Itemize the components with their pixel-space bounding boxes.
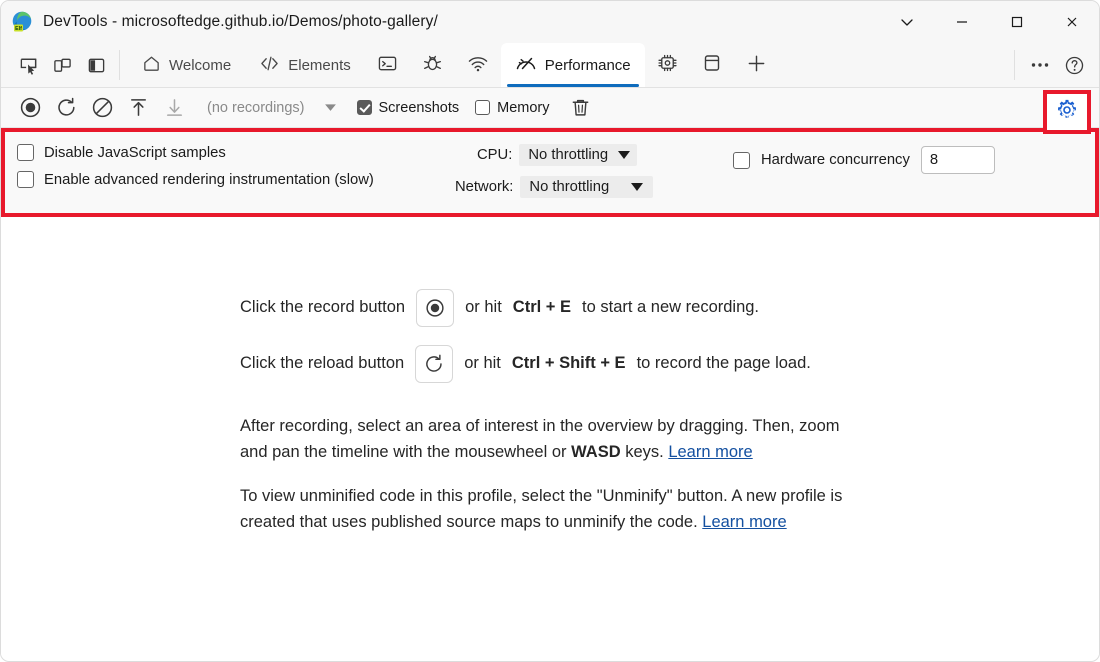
home-icon: [142, 54, 161, 77]
record-shortcut: Ctrl + E: [512, 298, 572, 317]
dock-side-panel-icon[interactable]: [79, 50, 113, 80]
tab-label: Welcome: [169, 56, 232, 74]
advanced-rendering-checkbox[interactable]: Enable advanced rendering instrumentatio…: [17, 171, 455, 188]
tab-application[interactable]: [690, 43, 734, 87]
caret-down-icon: [618, 151, 631, 159]
edge-dev-logo-icon: Elf: [11, 11, 33, 33]
help-question-icon[interactable]: [1057, 50, 1091, 80]
performance-toolbar: (no recordings) Screenshots Memory: [1, 88, 1099, 134]
bug-sources-icon: [422, 53, 443, 77]
hardware-concurrency-row: Hardware concurrency: [725, 144, 1095, 174]
record-instruction-mid: or hit: [465, 298, 502, 317]
record-button[interactable]: [13, 93, 47, 123]
wasd-keys-bold: WASD: [571, 443, 621, 462]
memory-checkbox[interactable]: Memory: [475, 99, 550, 116]
devtools-window: Elf DevTools - microsoftedge.github.io/D…: [0, 0, 1100, 662]
checkbox-box: [356, 100, 372, 115]
disable-js-samples-label: Disable JavaScript samples: [44, 144, 226, 161]
screenshots-checkbox[interactable]: Screenshots: [356, 99, 460, 116]
reload-instruction-suffix: to record the page load.: [636, 354, 811, 373]
caret-down-icon[interactable]: [321, 95, 341, 121]
tab-elements[interactable]: Elements: [245, 43, 365, 87]
console-icon: [377, 54, 398, 77]
caret-down-icon: [631, 183, 644, 191]
memory-label: Memory: [497, 99, 550, 116]
tab-console[interactable]: [365, 43, 410, 87]
gear-icon[interactable]: [1055, 98, 1079, 127]
tab-sources[interactable]: [410, 43, 455, 87]
cpu-throttling-select[interactable]: No throttling: [519, 144, 638, 166]
hardware-concurrency-input[interactable]: [920, 146, 995, 174]
dock-controls-group: [1, 50, 120, 80]
reload-and-record-button[interactable]: [49, 93, 83, 123]
more-options-icon[interactable]: [1023, 50, 1057, 80]
capture-settings-pane: Disable JavaScript samples Enable advanc…: [1, 128, 1099, 217]
network-label: Network:: [455, 179, 514, 195]
maximize-icon[interactable]: [989, 1, 1044, 43]
hardware-concurrency-checkbox[interactable]: [733, 151, 750, 169]
checkbox-box: [17, 144, 34, 161]
performance-gauge-icon: [515, 53, 537, 77]
network-value: No throttling: [529, 179, 610, 195]
trash-icon[interactable]: [564, 93, 598, 123]
memory-chip-icon: [657, 53, 678, 77]
disable-js-samples-checkbox[interactable]: Disable JavaScript samples: [17, 144, 455, 161]
record-instruction-suffix: to start a new recording.: [582, 298, 760, 317]
unminify-learn-more-link[interactable]: Learn more: [702, 513, 786, 531]
overview-learn-more-link[interactable]: Learn more: [668, 443, 752, 461]
network-throttling-select[interactable]: No throttling: [520, 176, 654, 198]
tabstrip-right-buttons: [1014, 50, 1099, 80]
tab-performance[interactable]: Performance: [500, 43, 645, 87]
clear-button[interactable]: [85, 93, 119, 123]
title-bar: Elf DevTools - microsoftedge.github.io/D…: [1, 1, 1099, 43]
screenshots-label: Screenshots: [378, 99, 460, 116]
checkbox-box: [17, 171, 34, 188]
unminify-instruction-paragraph: To view unminified code in this profile,…: [240, 483, 860, 535]
reload-icon[interactable]: [415, 345, 454, 383]
cpu-value: No throttling: [528, 147, 609, 163]
network-wifi-icon: [467, 54, 489, 77]
settings-throttling-column: CPU: No throttling Network: No throttlin…: [455, 144, 725, 198]
add-panel-button[interactable]: [734, 43, 779, 87]
tab-welcome[interactable]: Welcome: [128, 43, 245, 87]
advanced-rendering-label: Enable advanced rendering instrumentatio…: [44, 171, 374, 188]
record-instruction-prefix: Click the record button: [240, 298, 406, 317]
capture-settings-highlight: [1043, 90, 1091, 134]
tab-network[interactable]: [455, 43, 501, 87]
chevron-down-icon[interactable]: [879, 1, 934, 43]
minimize-icon[interactable]: [934, 1, 989, 43]
reload-instruction-prefix: Click the reload button: [240, 354, 405, 373]
devtools-tab-strip: Welcome Elements Performance: [1, 43, 1099, 88]
checkbox-box: [475, 100, 491, 115]
record-instruction-line: Click the record button or hit Ctrl + E …: [240, 289, 860, 327]
tab-label: Performance: [544, 56, 631, 74]
reload-shortcut: Ctrl + Shift + E: [511, 354, 626, 373]
network-throttling-row: Network: No throttling: [455, 176, 725, 198]
cpu-throttling-row: CPU: No throttling: [455, 144, 725, 166]
hardware-concurrency-label: Hardware concurrency: [761, 152, 910, 168]
cpu-label: CPU:: [477, 147, 513, 163]
overview-instruction-paragraph: After recording, select an area of inter…: [240, 413, 860, 465]
close-icon[interactable]: [1044, 1, 1099, 43]
load-profile-button[interactable]: [121, 93, 155, 123]
application-storage-icon: [702, 53, 722, 77]
record-icon[interactable]: [416, 289, 455, 327]
code-brackets-icon: [259, 54, 280, 77]
performance-landing-page: Click the record button or hit Ctrl + E …: [1, 217, 1099, 657]
overview-text-part2: keys.: [625, 443, 664, 462]
window-title: DevTools - microsoftedge.github.io/Demos…: [43, 13, 438, 30]
svg-text:Elf: Elf: [15, 26, 22, 32]
panel-tabs: Welcome Elements Performance: [120, 43, 1014, 87]
device-emulation-icon[interactable]: [45, 50, 79, 80]
reload-instruction-line: Click the reload button or hit Ctrl + Sh…: [240, 345, 860, 383]
recordings-label: (no recordings): [207, 99, 305, 116]
tab-label: Elements: [288, 56, 351, 74]
settings-left-column: Disable JavaScript samples Enable advanc…: [5, 144, 455, 188]
inspect-element-icon[interactable]: [11, 50, 45, 80]
save-profile-button[interactable]: [157, 93, 191, 123]
caption-button-group: [879, 1, 1099, 43]
reload-instruction-mid: or hit: [464, 354, 501, 373]
tab-memory[interactable]: [645, 43, 690, 87]
plus-icon: [746, 53, 767, 78]
